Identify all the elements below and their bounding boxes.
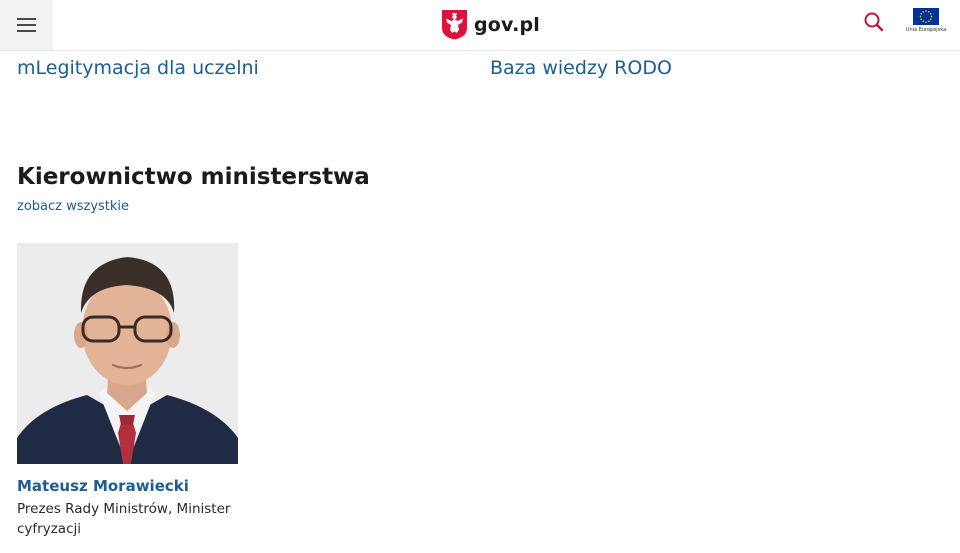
person-role: Prezes Rady Ministrów, Minister cyfryzac… [17,501,231,537]
menu-button[interactable] [0,0,53,50]
polish-eagle-emblem-icon [442,10,467,40]
eu-badge: Unia Europejska [902,8,950,38]
menu-icon-bar [17,24,36,26]
link-baza-wiedzy-rodo[interactable]: Baza wiedzy RODO [490,57,672,79]
search-button[interactable] [862,10,886,34]
person-photo[interactable] [17,243,238,464]
menu-icon-bar [17,18,36,20]
site-name: gov.pl [474,13,541,36]
section-title: Kierownictwo ministerstwa [17,164,370,190]
person-name[interactable]: Mateusz Morawiecki [17,477,189,495]
menu-icon-bar [17,30,36,32]
link-mlegitymacja[interactable]: mLegitymacja dla uczelni [17,57,259,79]
portrait-image [17,243,238,464]
top-header: gov.pl Unia Europejska [0,0,960,51]
eu-label: Unia Europejska [905,27,947,33]
search-icon [864,12,884,32]
eu-flag-icon [913,8,939,25]
site-logo[interactable]: gov.pl [441,9,540,40]
see-all-link[interactable]: zobacz wszystkie [17,199,129,214]
